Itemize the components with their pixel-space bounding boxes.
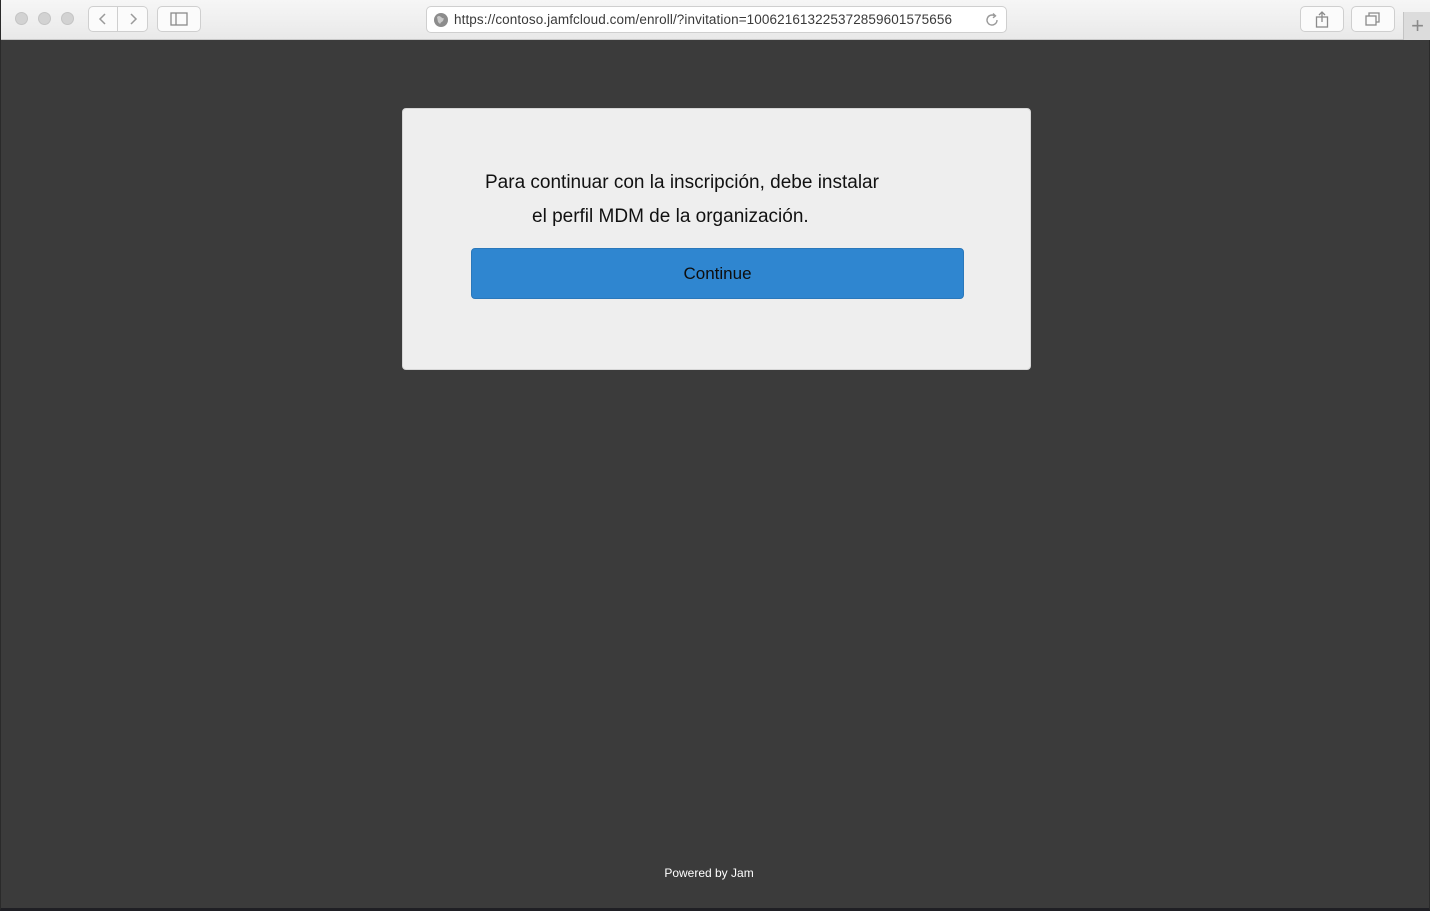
- share-icon: [1315, 10, 1329, 28]
- close-window-button[interactable]: [15, 12, 28, 25]
- browser-toolbar: https://contoso.jamfcloud.com/enroll/?in…: [1, 0, 1430, 40]
- new-tab-button[interactable]: +: [1403, 12, 1430, 40]
- browser-window: https://contoso.jamfcloud.com/enroll/?in…: [0, 0, 1430, 911]
- globe-icon: [434, 12, 448, 27]
- sidebar-button[interactable]: [157, 6, 201, 32]
- reload-icon[interactable]: [984, 12, 1000, 28]
- chevron-left-icon: [98, 13, 106, 25]
- forward-button[interactable]: [118, 6, 148, 32]
- enrollment-message-line-1: Para continuar con la inscripción, debe …: [485, 172, 879, 193]
- powered-by-text: Powered by Jam: [664, 866, 754, 880]
- share-button[interactable]: [1300, 6, 1344, 32]
- address-bar[interactable]: https://contoso.jamfcloud.com/enroll/?in…: [426, 6, 1007, 33]
- tab-overview-button[interactable]: [1351, 6, 1395, 32]
- chevron-right-icon: [129, 13, 137, 25]
- sidebar-icon: [170, 12, 188, 26]
- zoom-window-button[interactable]: [61, 12, 74, 25]
- back-button[interactable]: [88, 6, 118, 32]
- tab-overview-icon: [1365, 12, 1380, 26]
- navigation-buttons: [88, 6, 148, 32]
- continue-button[interactable]: Continue: [471, 248, 964, 299]
- url-text: https://contoso.jamfcloud.com/enroll/?in…: [454, 12, 953, 27]
- enrollment-dialog: Para continuar con la inscripción, debe …: [402, 108, 1031, 370]
- plus-icon: +: [1411, 13, 1424, 38]
- minimize-window-button[interactable]: [38, 12, 51, 25]
- enrollment-message-line-2: el perfil MDM de la organización.: [532, 206, 809, 227]
